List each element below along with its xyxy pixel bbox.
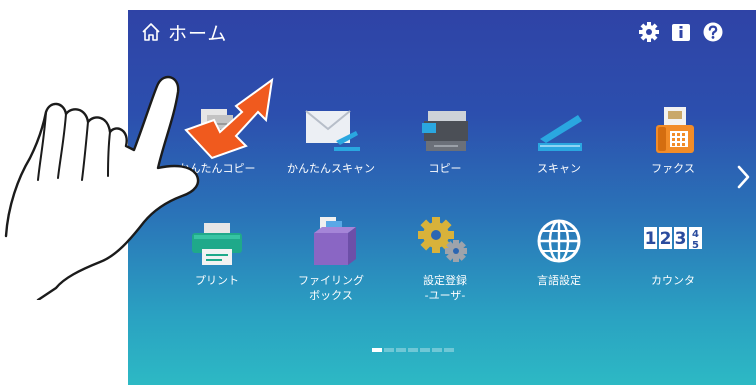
app-label: コピー bbox=[428, 162, 462, 175]
counter-digit: 4 bbox=[692, 229, 699, 240]
copy-icon bbox=[422, 111, 468, 151]
app-label: スキャン bbox=[537, 162, 581, 175]
help-icon[interactable] bbox=[702, 21, 724, 43]
counter-digit: 1 bbox=[645, 229, 657, 249]
easy-scan-icon bbox=[305, 110, 360, 151]
swipe-arrow-icon bbox=[184, 77, 274, 160]
app-language[interactable]: 言語設定 bbox=[504, 217, 614, 288]
app-label: 言語設定 bbox=[537, 274, 581, 287]
hand-icon bbox=[4, 75, 200, 300]
app-label: ファクス bbox=[651, 162, 695, 175]
settings-icon[interactable] bbox=[638, 21, 660, 43]
swipe-gesture-illustration bbox=[4, 75, 274, 300]
counter-digit: 3 bbox=[675, 229, 687, 249]
page-indicator bbox=[372, 348, 456, 354]
page-dot[interactable] bbox=[432, 348, 442, 352]
app-copy[interactable]: コピー bbox=[390, 105, 500, 176]
app-scan[interactable]: スキャン bbox=[504, 105, 614, 176]
counter-digit: 2 bbox=[660, 229, 672, 249]
app-label: カウンタ bbox=[651, 274, 695, 287]
page-dot[interactable] bbox=[396, 348, 406, 352]
app-label: 設定登録 -ユーザ- bbox=[423, 274, 467, 302]
app-counter[interactable]: 1 2 3 4 5 カウンタ bbox=[618, 217, 728, 288]
settings-register-icon bbox=[418, 217, 467, 262]
page-dot[interactable] bbox=[408, 348, 418, 352]
app-settings-register[interactable]: 設定登録 -ユーザ- bbox=[390, 217, 500, 303]
page-dot[interactable] bbox=[420, 348, 430, 352]
page-dot[interactable] bbox=[372, 348, 382, 352]
chevron-right-icon[interactable] bbox=[735, 162, 753, 192]
language-icon bbox=[537, 219, 581, 263]
filing-box-icon bbox=[314, 217, 356, 265]
info-icon[interactable] bbox=[670, 21, 692, 43]
counter-icon: 1 2 3 4 5 bbox=[644, 227, 702, 251]
scan-icon bbox=[538, 115, 582, 151]
page-dot[interactable] bbox=[444, 348, 454, 352]
app-fax[interactable]: ファクス bbox=[618, 105, 728, 176]
fax-icon bbox=[656, 107, 694, 153]
page-dot[interactable] bbox=[384, 348, 394, 352]
counter-digit: 5 bbox=[692, 240, 699, 251]
